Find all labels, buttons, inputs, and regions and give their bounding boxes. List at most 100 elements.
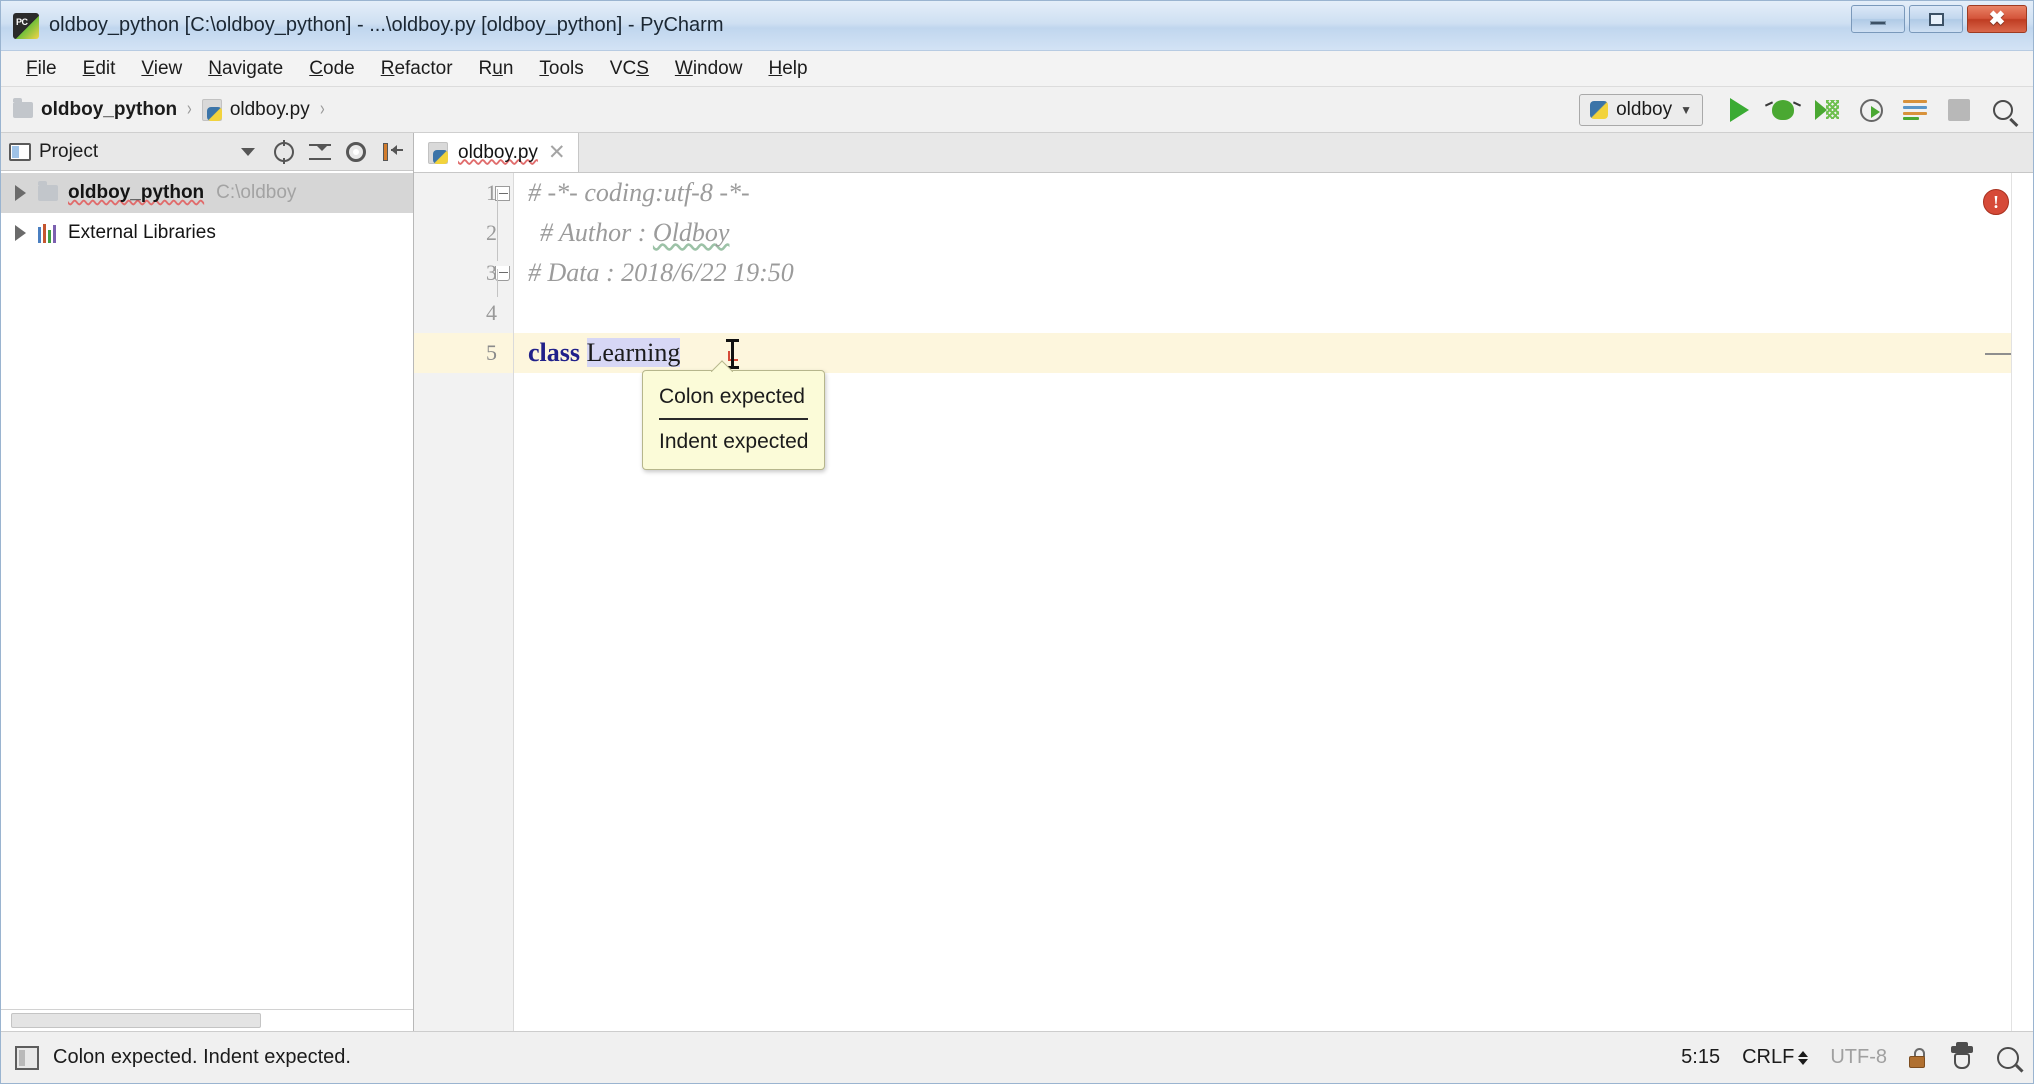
- python-icon: [1590, 101, 1609, 119]
- close-button[interactable]: ✖: [1967, 5, 2027, 33]
- project-tree: oldboy_python C:\oldboy External Librari…: [1, 171, 413, 1009]
- tooltip-tail: [711, 360, 733, 372]
- fold-region-line: [497, 189, 498, 261]
- editor-gutter[interactable]: 1 2 3 4 5: [414, 173, 514, 1031]
- menu-navigate[interactable]: Navigate: [195, 55, 296, 83]
- breadcrumb: oldboy_python › oldboy.py ›: [1, 97, 334, 121]
- folder-icon: [13, 97, 33, 118]
- debug-button[interactable]: [1763, 91, 1803, 129]
- project-horizontal-scrollbar[interactable]: [1, 1009, 413, 1031]
- toolbar-actions: oldboy ▼: [1579, 87, 2023, 133]
- close-icon[interactable]: ✕: [548, 142, 566, 163]
- menu-file[interactable]: File: [13, 55, 70, 83]
- code-line-4[interactable]: [514, 293, 2011, 333]
- project-panel-title: Project: [39, 140, 99, 162]
- menu-bar: File Edit View Navigate Code Refactor Ru…: [1, 51, 2033, 87]
- folder-icon: [38, 181, 58, 201]
- menu-refactor[interactable]: Refactor: [368, 55, 466, 83]
- collapse-all-button[interactable]: [307, 139, 333, 165]
- caret-position[interactable]: 5:15: [1681, 1046, 1720, 1069]
- pycharm-icon: PC: [13, 12, 39, 39]
- maximize-icon: [1928, 12, 1944, 26]
- chevron-right-icon[interactable]: [15, 185, 26, 201]
- fold-marker-end[interactable]: [490, 253, 514, 293]
- view-mode-dropdown[interactable]: [235, 139, 261, 165]
- tab-oldboy-py[interactable]: oldboy.py ✕: [414, 133, 579, 172]
- lock-icon[interactable]: [1909, 1047, 1927, 1068]
- hide-panel-button[interactable]: [379, 139, 405, 165]
- coverage-icon: [1815, 99, 1839, 121]
- settings-gear-button[interactable]: [343, 139, 369, 165]
- fold-marker-start[interactable]: [490, 173, 514, 213]
- tooltip-separator: [659, 417, 809, 420]
- profile-button[interactable]: [1851, 91, 1891, 129]
- close-icon: ✖: [1988, 8, 2006, 30]
- title-bar: PC oldboy_python [C:\oldboy_python] - ..…: [1, 1, 2033, 51]
- scrollbar-thumb[interactable]: [11, 1013, 261, 1028]
- project-window-icon: [9, 142, 31, 161]
- code-token-identifier: Learning: [586, 338, 681, 367]
- breadcrumb-item-file[interactable]: oldboy.py: [201, 98, 310, 121]
- minimize-button[interactable]: [1851, 5, 1905, 33]
- breadcrumb-label: oldboy.py: [229, 98, 310, 120]
- code-token-comment: # Author :: [540, 218, 653, 247]
- collapse-all-icon: [309, 142, 331, 162]
- tree-item-external-libraries[interactable]: External Libraries: [1, 213, 413, 253]
- tool-window-icon[interactable]: [15, 1045, 39, 1070]
- breadcrumb-item-project[interactable]: oldboy_python: [13, 97, 178, 121]
- tree-item-label: External Libraries: [68, 222, 216, 243]
- menu-run[interactable]: Run: [466, 55, 527, 83]
- code-line-1[interactable]: # -*- coding:utf-8 -*-: [514, 173, 2011, 213]
- code-line-2[interactable]: # Author : Oldboy: [514, 213, 2011, 253]
- inspection-hector-icon[interactable]: [1949, 1041, 1975, 1071]
- run-with-coverage-button[interactable]: [1807, 91, 1847, 129]
- tooltip-line-2: Indent expected: [659, 429, 809, 453]
- error-stripe-panel[interactable]: [2011, 173, 2033, 1031]
- editor-area: oldboy.py ✕ 1 2 3 4 5 # -*- coding:utf-8…: [414, 133, 2033, 1031]
- profiler-icon: [1859, 98, 1883, 122]
- run-configuration-selector[interactable]: oldboy ▼: [1579, 94, 1703, 126]
- error-tooltip: Colon expected Indent expected: [642, 370, 826, 470]
- menu-edit[interactable]: Edit: [70, 55, 129, 83]
- code-line-3[interactable]: # Data : 2018/6/22 19:50: [514, 253, 2011, 293]
- workspace: Project oldboy_python C:\oldboy External…: [1, 133, 2033, 1031]
- run-tests-button[interactable]: [1895, 91, 1935, 129]
- breadcrumb-label: oldboy_python: [41, 98, 178, 120]
- scroll-from-source-button[interactable]: [271, 139, 297, 165]
- status-bar: Colon expected. Indent expected. 5:15 CR…: [1, 1031, 2033, 1083]
- chevron-down-icon: [241, 147, 255, 156]
- line-number: 2: [486, 220, 497, 245]
- project-panel-tools: [235, 139, 405, 165]
- chevron-right-icon[interactable]: [15, 225, 26, 241]
- libraries-icon: [38, 223, 58, 243]
- status-right: 5:15 CRLF UTF-8: [1681, 1041, 2019, 1071]
- code-token-spellcheck: Oldboy: [652, 218, 730, 247]
- line-separator-selector[interactable]: CRLF: [1742, 1046, 1809, 1069]
- code-editor[interactable]: # -*- coding:utf-8 -*- # Author : Oldboy…: [514, 173, 2011, 1031]
- editor-viewport: 1 2 3 4 5 # -*- coding:utf-8 -*- # Autho…: [414, 173, 2033, 1031]
- status-message: Colon expected. Indent expected.: [53, 1046, 351, 1068]
- tree-item-oldboy-python[interactable]: oldboy_python C:\oldboy: [1, 173, 413, 213]
- breadcrumb-separator: ›: [187, 98, 192, 120]
- bug-icon: [1772, 100, 1794, 120]
- stop-button[interactable]: [1939, 91, 1979, 129]
- menu-view[interactable]: View: [128, 55, 195, 83]
- run-button[interactable]: [1719, 91, 1759, 129]
- breadcrumb-separator: ›: [319, 98, 325, 120]
- menu-tools[interactable]: Tools: [526, 55, 596, 83]
- line-number: 5: [486, 340, 497, 365]
- search-everywhere-button[interactable]: [1983, 91, 2023, 129]
- project-panel-header: Project: [1, 133, 413, 171]
- menu-window[interactable]: Window: [662, 55, 756, 83]
- search-icon[interactable]: [1997, 1046, 2019, 1069]
- gutter-current-line: [414, 333, 513, 373]
- error-indicator[interactable]: !: [1983, 189, 2009, 215]
- run-configuration-label: oldboy: [1616, 99, 1673, 120]
- menu-help[interactable]: Help: [755, 55, 820, 83]
- menu-code[interactable]: Code: [296, 55, 367, 83]
- chevron-down-icon: ▼: [1680, 103, 1692, 117]
- up-down-icon: [1798, 1050, 1809, 1065]
- menu-vcs[interactable]: VCS: [597, 55, 662, 83]
- encoding-selector[interactable]: UTF-8: [1830, 1046, 1887, 1069]
- maximize-button[interactable]: [1909, 5, 1963, 33]
